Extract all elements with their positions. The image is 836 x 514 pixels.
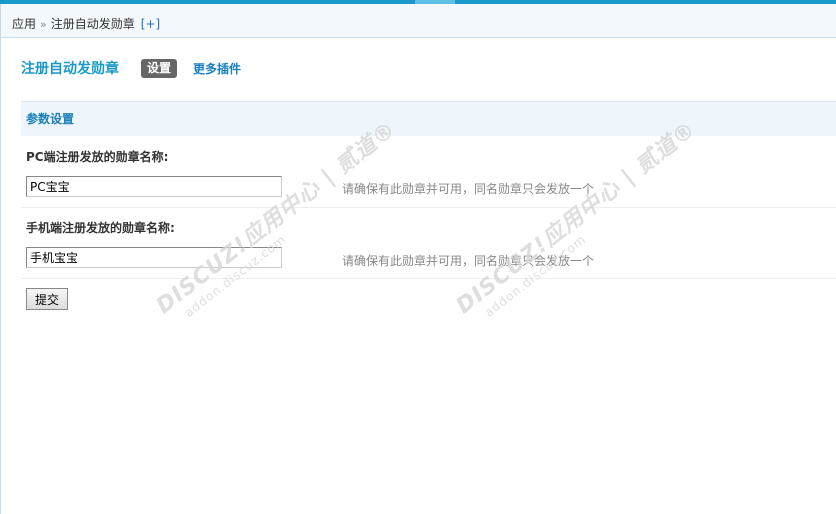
watermark-logo: DISCUZ!应用中心 | 贰道® addon.discuz.com xyxy=(148,116,401,342)
pc-medal-input[interactable] xyxy=(26,176,282,197)
more-plugins-link[interactable]: 更多插件 xyxy=(193,60,241,77)
breadcrumb-root[interactable]: 应用 xyxy=(12,17,36,31)
breadcrumb: 应用 » 注册自动发勋章 [+] xyxy=(1,4,836,38)
plugin-title: 注册自动发勋章 xyxy=(21,61,119,77)
mobile-medal-hint: 请确保有此勋章并可用，同名勋章只会发放一个 xyxy=(342,254,595,268)
tab-settings[interactable]: 设置 xyxy=(141,58,178,78)
pc-medal-hint: 请确保有此勋章并可用，同名勋章只会发放一个 xyxy=(342,182,595,196)
submit-button[interactable]: 提交 xyxy=(26,288,68,310)
row-divider xyxy=(21,278,836,279)
watermark-main: DISCUZ!应用中心 | 贰道® xyxy=(151,116,401,320)
watermark-logo: DISCUZ!应用中心 | 贰道® addon.discuz.com xyxy=(448,116,701,342)
plugin-header: 注册自动发勋章 设置 更多插件 xyxy=(21,56,241,80)
section-title: 参数设置 xyxy=(21,101,836,136)
row-divider xyxy=(21,207,836,208)
left-border xyxy=(0,4,1,514)
breadcrumb-separator: » xyxy=(40,18,47,31)
add-to-favorites-button[interactable]: [+] xyxy=(141,17,160,31)
mobile-medal-label: 手机端注册发放的勋章名称: xyxy=(26,221,175,235)
mobile-medal-input[interactable] xyxy=(26,247,282,268)
watermark-main: DISCUZ!应用中心 | 贰道® xyxy=(451,116,701,320)
pc-medal-label: PC端注册发放的勋章名称: xyxy=(26,150,169,164)
breadcrumb-current: 注册自动发勋章 xyxy=(50,17,135,31)
